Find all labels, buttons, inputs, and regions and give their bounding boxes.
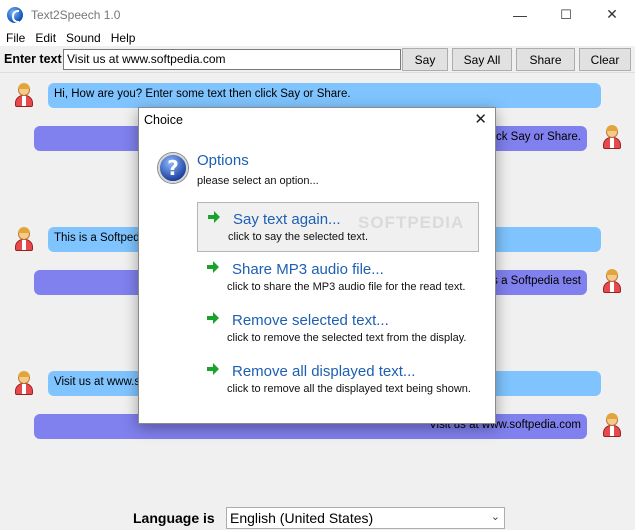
options-heading: Options <box>197 152 249 169</box>
clear-button[interactable]: Clear <box>579 48 631 71</box>
minimize-button[interactable]: — <box>497 0 543 29</box>
option-label: Remove all displayed text... <box>232 363 416 380</box>
language-label: Language is <box>133 510 215 526</box>
say-all-button[interactable]: Say All <box>452 48 512 71</box>
option-share-mp3[interactable]: Share MP3 audio file... click to share t… <box>197 253 479 303</box>
options-subheading: please select an option... <box>197 175 319 187</box>
watermark: SOFTPEDIA <box>358 213 465 232</box>
question-icon: ? <box>158 153 188 183</box>
choice-dialog: Choice ✕ ? Options please select an opti… <box>138 107 496 424</box>
user-avatar-icon <box>13 227 35 251</box>
user-avatar-icon <box>601 125 623 149</box>
dialog-close-button[interactable]: ✕ <box>474 110 487 128</box>
share-button[interactable]: Share <box>516 48 575 71</box>
window-title: Text2Speech 1.0 <box>31 7 121 22</box>
app-icon <box>7 6 23 23</box>
title-bar: Text2Speech 1.0 — ☐ ✕ <box>0 0 635 29</box>
option-label: Share MP3 audio file... <box>232 261 384 278</box>
menu-file[interactable]: File <box>2 31 31 45</box>
option-desc: click to say the selected text. <box>228 231 369 243</box>
green-arrow-icon <box>207 363 219 375</box>
toolbar: Enter text Visit us at www.softpedia.com… <box>0 46 635 73</box>
option-label: Say text again... <box>233 211 341 228</box>
option-label: Remove selected text... <box>232 312 389 329</box>
menu-sound[interactable]: Sound <box>62 31 107 45</box>
menu-bar: File Edit Sound Help <box>0 29 635 46</box>
green-arrow-icon <box>208 211 220 223</box>
user-avatar-icon <box>601 269 623 293</box>
maximize-button[interactable]: ☐ <box>543 0 589 29</box>
say-button[interactable]: Say <box>402 48 448 71</box>
window-controls: — ☐ ✕ <box>497 0 635 29</box>
user-avatar-icon <box>601 413 623 437</box>
user-avatar-icon <box>13 371 35 395</box>
language-bar: Language is English (United States) ⌄ <box>0 505 635 530</box>
user-avatar-icon <box>13 83 35 107</box>
option-desc: click to remove the selected text from t… <box>227 332 467 344</box>
menu-help[interactable]: Help <box>107 31 142 45</box>
language-value: English (United States) <box>230 510 374 526</box>
menu-edit[interactable]: Edit <box>31 31 62 45</box>
chat-bubble-left[interactable]: Hi, How are you? Enter some text then cl… <box>48 83 601 108</box>
option-remove-all[interactable]: Remove all displayed text... click to re… <box>197 355 479 405</box>
green-arrow-icon <box>207 312 219 324</box>
option-desc: click to remove all the displayed text b… <box>227 383 471 395</box>
option-remove-selected[interactable]: Remove selected text... click to remove … <box>197 304 479 354</box>
text-input[interactable]: Visit us at www.softpedia.com <box>63 49 401 70</box>
dialog-title: Choice <box>144 113 183 127</box>
language-select[interactable]: English (United States) ⌄ <box>226 507 505 529</box>
enter-text-label: Enter text <box>4 52 62 66</box>
green-arrow-icon <box>207 261 219 273</box>
option-say-again[interactable]: Say text again... click to say the selec… <box>197 202 479 252</box>
option-desc: click to share the MP3 audio file for th… <box>227 281 466 293</box>
close-button[interactable]: ✕ <box>589 0 635 29</box>
chevron-down-icon: ⌄ <box>490 511 500 523</box>
